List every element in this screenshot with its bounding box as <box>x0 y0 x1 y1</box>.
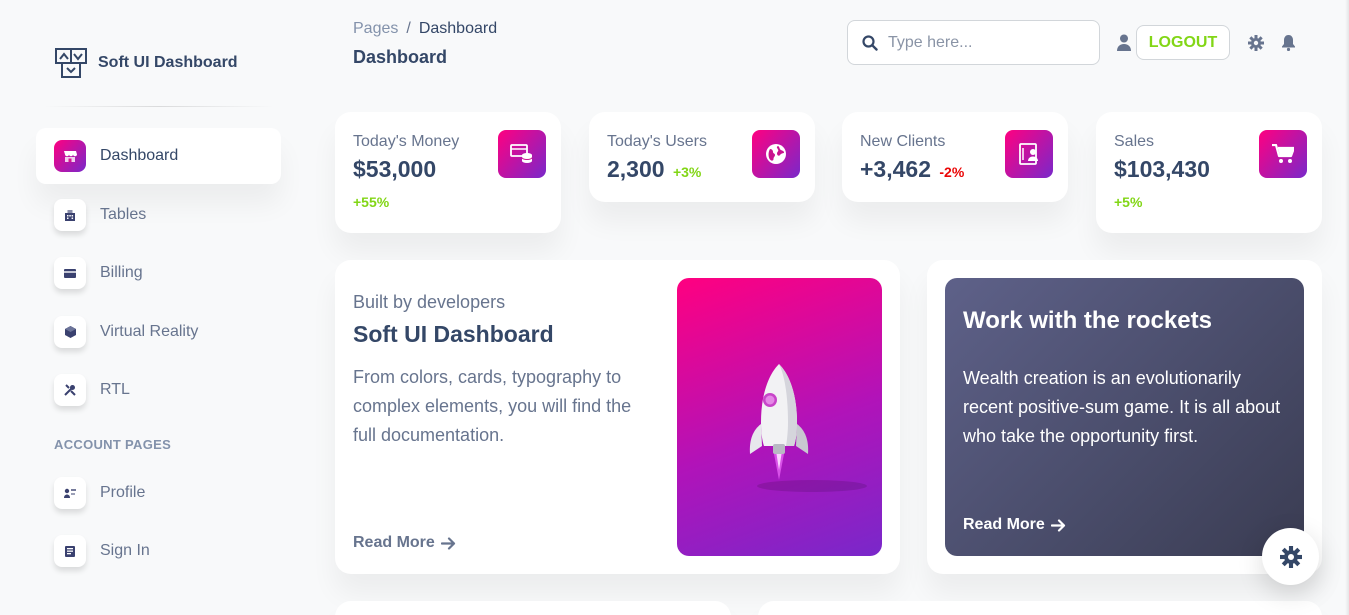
money-coins-icon <box>498 130 546 178</box>
feature-description: From colors, cards, typography to comple… <box>353 367 632 445</box>
stat-change: +5% <box>1114 194 1143 210</box>
office-icon <box>54 199 86 231</box>
logout-button[interactable]: LOGOUT <box>1136 25 1230 60</box>
logo-icon <box>55 48 87 78</box>
brand-name: Soft UI Dashboard <box>98 54 238 71</box>
document-icon <box>54 535 86 567</box>
read-more-label: Read More <box>963 516 1045 533</box>
sidebar-item-sign-in[interactable]: Sign In <box>36 523 281 579</box>
sidebar-item-label: Tables <box>100 206 147 223</box>
stat-card-users: Today's Users 2,300 +3% <box>589 112 815 202</box>
settings-tools-icon <box>54 374 86 406</box>
shop-icon <box>54 140 86 172</box>
rockets-text: Wealth creation is an evolutionarily rec… <box>963 368 1281 446</box>
gear-icon <box>1279 545 1302 568</box>
stat-card-money: Today's Money $53,000 +55% <box>335 112 561 233</box>
stat-title: New Clients <box>860 133 946 150</box>
stat-value: $103,430 <box>1114 156 1210 182</box>
feature-title: Soft UI Dashboard <box>353 321 554 347</box>
stat-value: $53,000 <box>353 156 437 182</box>
stat-title: Sales <box>1114 133 1155 150</box>
stat-change: +3% <box>672 164 702 180</box>
read-more-label: Read More <box>353 534 435 551</box>
rocket-illustration <box>677 278 882 556</box>
sidebar-item-label: Dashboard <box>100 147 179 164</box>
user-icon[interactable] <box>1116 34 1132 51</box>
configurator-button[interactable] <box>1262 528 1319 585</box>
paper-diploma-icon <box>1005 130 1053 178</box>
breadcrumb-pages-link[interactable]: Pages <box>353 20 398 38</box>
sidebar-item-label: Profile <box>100 484 146 501</box>
stat-value: +3,462 <box>860 156 931 182</box>
rocket-icon <box>749 364 867 492</box>
stat-change: -2% <box>939 164 965 180</box>
cart-icon <box>1259 130 1307 178</box>
rockets-title: Work with the rockets <box>963 307 1212 334</box>
sidebar-item-label: Virtual Reality <box>100 323 199 340</box>
customer-support-icon <box>54 477 86 509</box>
breadcrumb-separator: / <box>406 20 411 37</box>
feature-card: Built by developers Soft UI Dashboard Fr… <box>335 260 900 574</box>
read-more-link[interactable]: Read More <box>353 534 456 552</box>
page-title: Dashboard <box>353 47 448 67</box>
bottom-card-right <box>758 601 1322 615</box>
breadcrumb: Pages / Dashboard <box>353 20 497 38</box>
breadcrumb-current: Dashboard <box>418 20 498 37</box>
sidebar-divider <box>44 106 274 107</box>
stat-value-row: 2,300 +3% <box>607 156 701 183</box>
stat-title: Today's Users <box>607 133 707 150</box>
bell-icon[interactable] <box>1281 34 1296 51</box>
sidebar-item-dashboard[interactable]: Dashboard <box>36 128 281 184</box>
stat-title: Today's Money <box>353 133 460 150</box>
account-pages-heading: ACCOUNT PAGES <box>54 437 172 452</box>
search-input[interactable] <box>888 33 1078 52</box>
bottom-card-left <box>335 601 731 615</box>
scrollbar-track <box>1345 0 1349 615</box>
sidebar-item-label: Sign In <box>100 542 150 559</box>
stat-card-sales: Sales $103,430 +5% <box>1096 112 1322 233</box>
stat-card-clients: New Clients +3,462 -2% <box>842 112 1068 202</box>
sidebar-item-rtl[interactable]: RTL <box>36 362 281 418</box>
stat-value-row: +3,462 -2% <box>860 156 964 183</box>
box-3d-icon <box>54 316 86 348</box>
sidebar-item-virtual-reality[interactable]: Virtual Reality <box>36 304 281 360</box>
sidebar-item-billing[interactable]: Billing <box>36 245 281 301</box>
feature-kicker: Built by developers <box>353 292 506 312</box>
sidebar: Soft UI Dashboard Dashboard Tables Billi… <box>0 0 300 615</box>
gear-icon[interactable] <box>1248 35 1264 51</box>
search-icon <box>862 34 878 51</box>
credit-card-icon <box>54 257 86 289</box>
arrow-right-icon <box>440 536 455 550</box>
stat-value: 2,300 <box>607 156 665 182</box>
arrow-right-icon <box>1050 518 1065 532</box>
sidebar-item-label: RTL <box>100 381 130 398</box>
sidebar-item-label: Billing <box>100 264 143 281</box>
rockets-panel: Work with the rockets Wealth creation is… <box>945 278 1304 556</box>
brand[interactable]: Soft UI Dashboard <box>54 46 238 80</box>
search-box <box>847 20 1100 65</box>
stat-change: +55% <box>353 194 390 210</box>
sidebar-item-tables[interactable]: Tables <box>36 187 281 243</box>
sidebar-item-profile[interactable]: Profile <box>36 465 281 521</box>
rockets-card: Work with the rockets Wealth creation is… <box>927 260 1322 574</box>
rockets-read-more-link[interactable]: Read More <box>963 516 1066 534</box>
world-icon <box>752 130 800 178</box>
